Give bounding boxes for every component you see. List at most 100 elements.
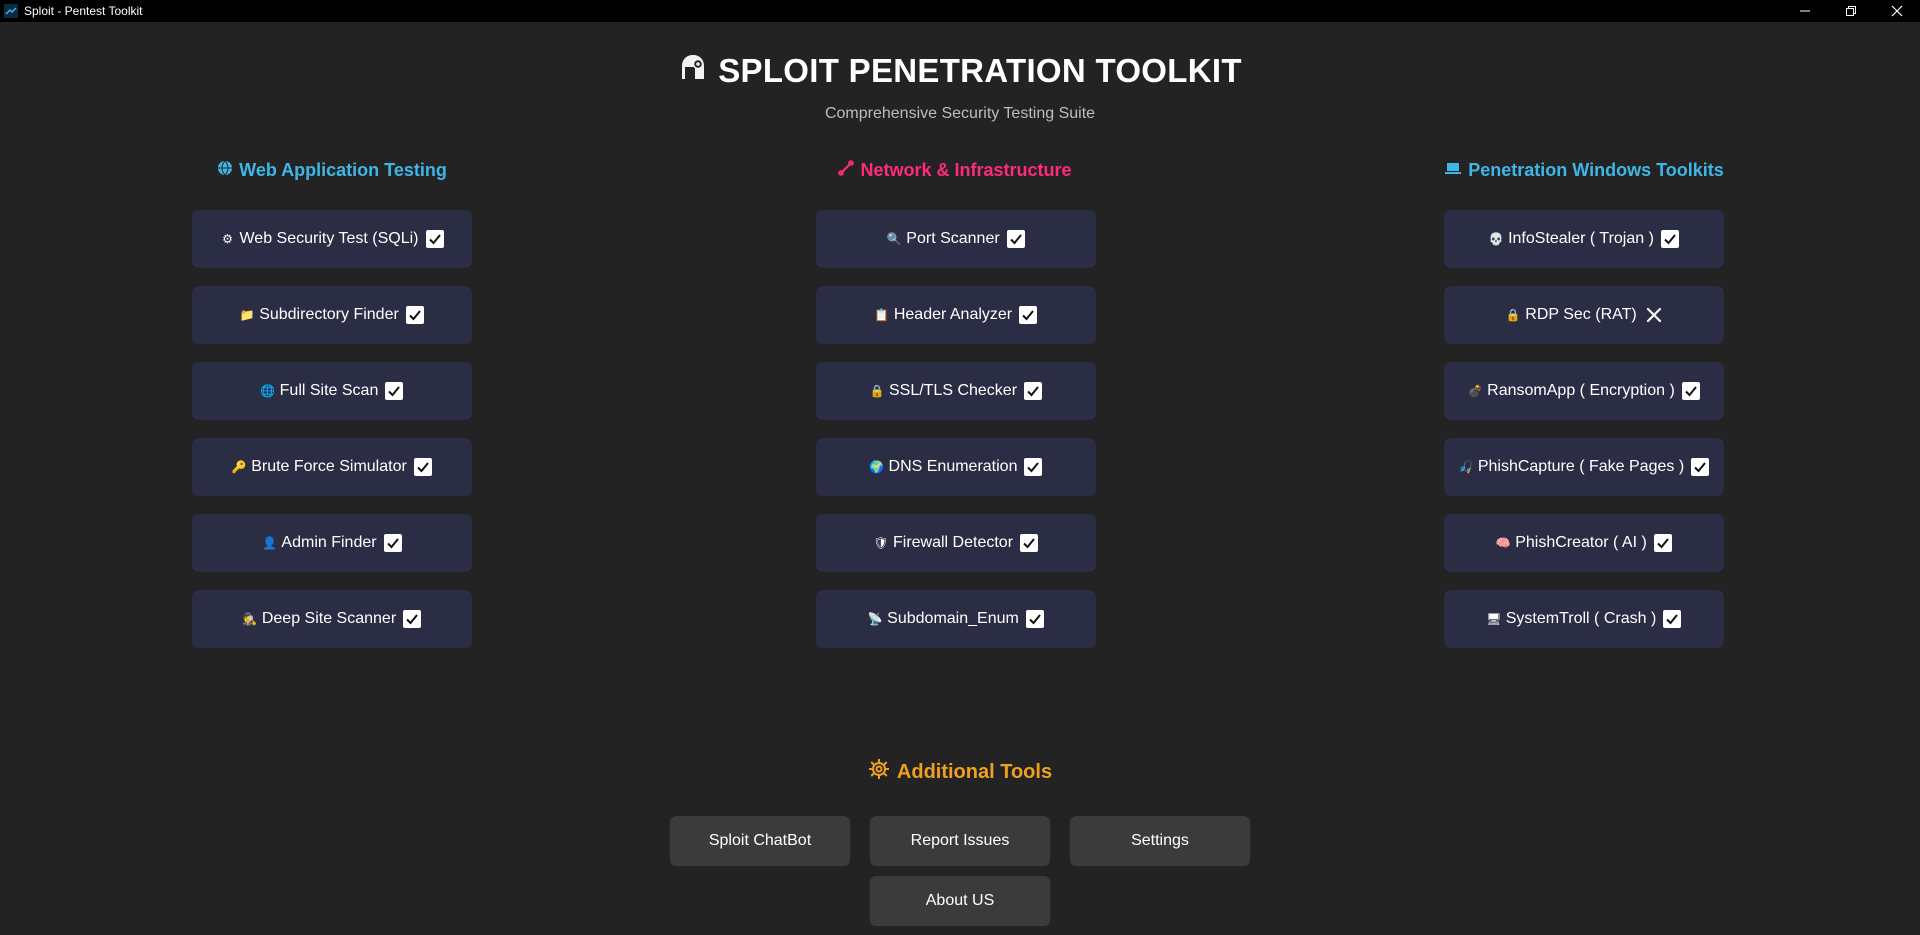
close-button[interactable] (1874, 0, 1920, 22)
checkmark-icon (1020, 534, 1039, 552)
tool-label: Brute Force Simulator (251, 458, 407, 475)
tool-button-windows-3[interactable]: 🎣 PhishCapture ( Fake Pages ) (1444, 438, 1724, 496)
page-title: SPLOIT PENETRATION TOOLKIT (718, 52, 1242, 89)
settings-button[interactable]: Settings (1070, 816, 1250, 866)
lock-icon: 🔒 (869, 384, 885, 398)
tool-label: PhishCapture ( Fake Pages ) (1477, 458, 1685, 475)
key-icon: 🔑 (231, 460, 247, 474)
tool-button-windows-1[interactable]: 🔒 RDP Sec (RAT) (1444, 286, 1724, 344)
link-icon (838, 160, 855, 181)
additional-tools-heading: Additional Tools (0, 758, 1920, 786)
tool-label: RDP Sec (RAT) (1525, 306, 1637, 323)
tool-label: Port Scanner (906, 230, 1000, 247)
satellite-icon: 📡 (867, 612, 883, 626)
brain-icon: 🧠 (1495, 536, 1511, 550)
tool-button-network-2[interactable]: 🔒 SSL/TLS Checker (816, 362, 1096, 420)
tool-button-web-1[interactable]: 📁 Subdirectory Finder (192, 286, 472, 344)
checkmark-icon (1024, 382, 1043, 400)
tool-label: Admin Finder (281, 534, 377, 551)
magnifier-icon: 🔍 (886, 232, 902, 246)
settings-gear-icon (868, 758, 890, 786)
monitor-icon: 🖥 (1486, 612, 1502, 626)
gear-icon: ⚙ (222, 232, 233, 246)
user-icon: 👤 (261, 536, 277, 550)
tool-label: InfoStealer ( Trojan ) (1508, 230, 1654, 247)
additional-tools-title: Additional Tools (896, 760, 1053, 783)
web-section-title: Web Application Testing (239, 160, 447, 180)
report-issues-button[interactable]: Report Issues (870, 816, 1050, 866)
checkmark-icon (383, 534, 402, 552)
tool-button-windows-0[interactable]: 💀 InfoStealer ( Trojan ) (1444, 210, 1724, 268)
minimize-button[interactable] (1782, 0, 1828, 22)
folder-icon: 📁 (239, 308, 255, 322)
web-section-heading: Web Application Testing (82, 160, 582, 181)
tool-button-network-3[interactable]: 🌍 DNS Enumeration (816, 438, 1096, 496)
restore-button[interactable] (1828, 0, 1874, 22)
lock-icon: 🔒 (1505, 308, 1521, 322)
tool-button-windows-5[interactable]: 🖥 SystemTroll ( Crash ) (1444, 590, 1724, 648)
checkmark-icon (425, 230, 444, 248)
tool-label: DNS Enumeration (888, 458, 1018, 475)
skull-icon: 💀 (1488, 232, 1504, 246)
tool-button-web-4[interactable]: 👤 Admin Finder (192, 514, 472, 572)
checkmark-icon (1025, 610, 1044, 628)
checkmark-icon (405, 306, 424, 324)
about-us-button[interactable]: About US (870, 876, 1050, 926)
laptop-icon (1444, 160, 1462, 181)
tool-button-windows-2[interactable]: 💣 RansomApp ( Encryption ) (1444, 362, 1724, 420)
clipboard-icon: 📋 (874, 308, 890, 322)
checkmark-icon (1660, 230, 1679, 248)
checkmark-icon (403, 610, 422, 628)
page-title-wrap: SPLOIT PENETRATION TOOLKIT (678, 52, 1242, 90)
checkmark-icon (1006, 230, 1025, 248)
tool-button-web-0[interactable]: ⚙ Web Security Test (SQLi) (192, 210, 472, 268)
checkmark-icon (1691, 458, 1710, 476)
tool-label: SystemTroll ( Crash ) (1505, 610, 1657, 627)
tool-label: RansomApp ( Encryption ) (1487, 382, 1675, 399)
tool-label: Web Security Test (SQLi) (239, 230, 419, 247)
checkmark-icon (413, 458, 432, 476)
checkmark-icon (1663, 610, 1682, 628)
earth-icon: 🌍 (869, 460, 884, 474)
network-section-title: Network & Infrastructure (860, 160, 1072, 180)
chatbot-button[interactable]: Sploit ChatBot (670, 816, 850, 866)
tool-button-windows-4[interactable]: 🧠 PhishCreator ( AI ) (1444, 514, 1724, 572)
tool-label: SSL/TLS Checker (888, 382, 1018, 399)
hook-icon: 🎣 (1458, 460, 1474, 474)
tool-label: Deep Site Scanner (261, 610, 397, 627)
globe-icon (217, 160, 233, 181)
window-titlebar: Sploit - Pentest Toolkit (0, 0, 1920, 22)
tool-button-network-4[interactable]: 🛡 Firewall Detector (816, 514, 1096, 572)
checkmark-icon (1681, 382, 1700, 400)
tool-button-network-5[interactable]: 📡 Subdomain_Enum (816, 590, 1096, 648)
spy-icon: 🕵 (242, 612, 258, 626)
tool-label: Header Analyzer (893, 306, 1013, 323)
cross-icon (1646, 307, 1662, 323)
tool-label: Firewall Detector (892, 534, 1014, 551)
tool-label: Subdomain_Enum (887, 610, 1019, 627)
app-icon (4, 4, 18, 18)
window-title: Sploit - Pentest Toolkit (24, 4, 143, 18)
windows-section-heading: Penetration Windows Toolkits (1334, 160, 1834, 181)
tool-button-web-2[interactable]: 🌐 Full Site Scan (192, 362, 472, 420)
tool-label: PhishCreator ( AI ) (1515, 534, 1647, 551)
windows-section-title: Penetration Windows Toolkits (1468, 160, 1724, 180)
tool-button-web-5[interactable]: 🕵 Deep Site Scanner (192, 590, 472, 648)
checkmark-icon (385, 382, 404, 400)
shield-icon: 🛡 (873, 536, 889, 550)
windows-tool-list: 💀 InfoStealer ( Trojan ) 🔒 RDP Sec (RAT) 💣 Ra… (1444, 210, 1724, 666)
header: SPLOIT PENETRATION TOOLKIT (0, 52, 1920, 90)
tool-label: Subdirectory Finder (259, 306, 399, 323)
network-tool-list: 🔍 Port Scanner 📋 Header Analyzer 🔒 SSL/TLS Ch… (816, 210, 1096, 666)
window-controls (1782, 0, 1920, 22)
tool-button-network-1[interactable]: 📋 Header Analyzer (816, 286, 1096, 344)
globe-icon: 🌐 (260, 384, 276, 398)
network-section-heading: Network & Infrastructure (705, 160, 1205, 181)
tool-button-network-0[interactable]: 🔍 Port Scanner (816, 210, 1096, 268)
hacker-icon (678, 52, 708, 90)
checkmark-icon (1653, 534, 1672, 552)
tool-button-web-3[interactable]: 🔑 Brute Force Simulator (192, 438, 472, 496)
checkmark-icon (1019, 306, 1038, 324)
bomb-icon: 💣 (1467, 384, 1483, 398)
checkmark-icon (1024, 458, 1043, 476)
